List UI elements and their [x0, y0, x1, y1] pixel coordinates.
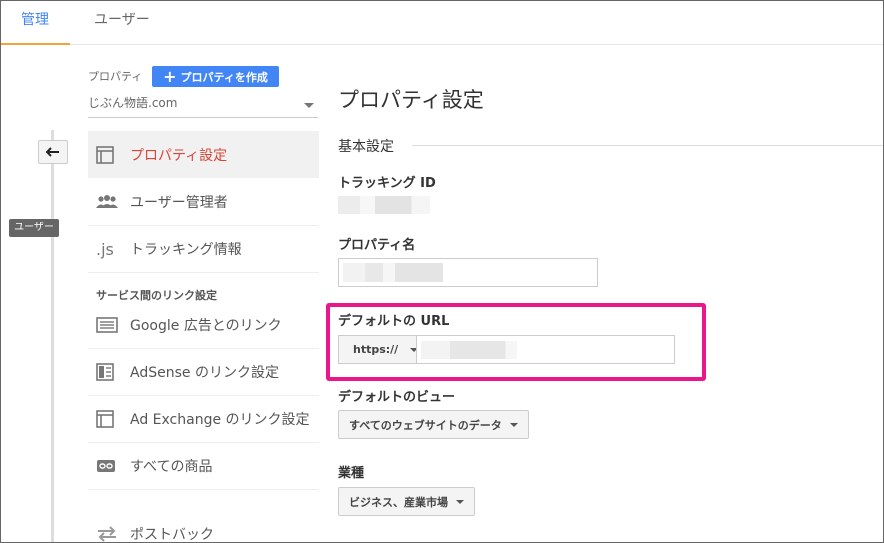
nav-item-label: AdSense のリンク設定 — [130, 365, 279, 381]
nav-item-all-products[interactable]: すべての商品 — [88, 443, 319, 490]
rail-user-tag[interactable]: ユーザー — [9, 219, 59, 237]
js-icon: .js — [96, 239, 114, 259]
collapse-back-button[interactable] — [38, 140, 68, 164]
people-icon — [88, 194, 130, 210]
nav-item-label: プロパティ設定 — [130, 147, 228, 164]
chevron-down-icon — [456, 499, 464, 504]
tab-users[interactable]: ユーザー — [94, 0, 150, 45]
nav-item-user-management[interactable]: ユーザー管理者 — [88, 179, 319, 226]
nav-item-property-settings[interactable]: プロパティ設定 — [88, 131, 319, 178]
nav-item-tracking-info[interactable]: .js トラッキング情報 — [88, 226, 319, 273]
property-label: プロパティ — [88, 70, 143, 83]
chevron-down-icon — [304, 103, 314, 108]
ads-icon — [88, 317, 130, 333]
arrow-left-icon — [46, 147, 59, 157]
create-property-button[interactable]: + プロパティを作成 — [152, 66, 279, 87]
property-name-label: プロパティ名 — [338, 238, 416, 253]
default-url-input[interactable] — [416, 335, 675, 364]
chevron-down-icon — [509, 422, 518, 427]
swap-arrows-icon — [88, 525, 130, 543]
redacted-value — [421, 341, 517, 359]
plus-icon: + — [163, 66, 177, 86]
nav-section-cross-service-links: サービス間のリンク設定 — [96, 289, 217, 302]
nav-item-label: すべての商品 — [130, 459, 213, 475]
section-divider — [412, 145, 884, 146]
link-icon — [88, 459, 130, 473]
default-view-label: デフォルトのビュー — [338, 390, 456, 405]
nav-item-label: ポストバック — [130, 526, 214, 543]
nav-item-postback[interactable]: ポストバック — [88, 510, 319, 543]
redacted-value — [343, 263, 443, 282]
create-property-label: プロパティを作成 — [180, 70, 268, 84]
protocol-value: https:// — [353, 343, 399, 356]
industry-dropdown[interactable]: ビジネス、産業市場 — [338, 487, 475, 516]
nav-item-adsense-link[interactable]: AdSense のリンク設定 — [88, 349, 319, 396]
nav-item-label: Google 広告とのリンク — [130, 318, 282, 334]
default-view-dropdown[interactable]: すべてのウェブサイトのデータ — [338, 410, 529, 439]
default-view-value: すべてのウェブサイトのデータ — [349, 418, 502, 432]
industry-value: ビジネス、産業市場 — [349, 495, 448, 509]
property-dropdown[interactable]: じぶん物語.com — [88, 94, 318, 118]
tab-admin[interactable]: 管理 — [0, 0, 70, 45]
section-title: 基本設定 — [338, 139, 394, 155]
nav-item-label: Ad Exchange のリンク設定 — [130, 412, 310, 428]
nav-item-google-ads-link[interactable]: Google 広告とのリンク — [88, 302, 319, 349]
adsense-icon — [88, 363, 130, 381]
top-tab-bar: 管理 ユーザー — [0, 0, 884, 45]
tracking-id-label: トラッキング ID — [338, 176, 436, 191]
property-name-input[interactable] — [338, 258, 598, 287]
default-url-label: デフォルトの URL — [338, 314, 450, 329]
property-selected-value: じぶん物語.com — [88, 96, 178, 110]
nav-item-label: トラッキング情報 — [130, 242, 242, 258]
nav-item-label: ユーザー管理者 — [130, 195, 228, 211]
layout-icon — [88, 145, 130, 164]
layout-icon — [88, 410, 130, 428]
nav-item-ad-exchange-link[interactable]: Ad Exchange のリンク設定 — [88, 396, 319, 443]
rail-divider — [51, 130, 54, 543]
page-title: プロパティ設定 — [338, 88, 484, 112]
industry-label: 業種 — [338, 466, 365, 481]
protocol-dropdown[interactable]: https:// — [338, 335, 419, 364]
tracking-id-value-redacted — [338, 196, 430, 214]
